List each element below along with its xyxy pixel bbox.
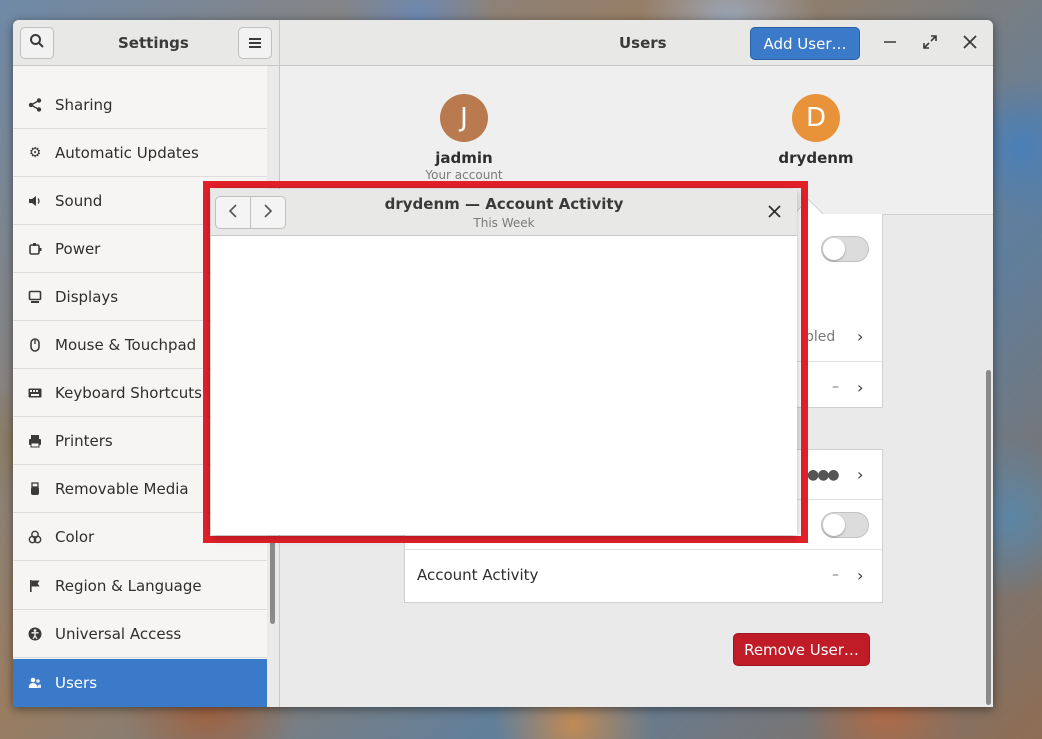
dialog-title: drydenm — Account Activity (384, 195, 624, 213)
minimize-button[interactable] (878, 31, 902, 55)
keyboard-icon (27, 385, 43, 401)
dialog-close-button[interactable] (763, 201, 785, 223)
sidebar-item-label: Users (55, 674, 98, 692)
sidebar-item-label: Region & Language (55, 576, 202, 595)
sidebar-item-label: Universal Access (55, 624, 182, 643)
mouse-icon (27, 337, 43, 353)
password-dots: ●●● (807, 466, 840, 483)
power-icon (27, 241, 43, 257)
speaker-icon (27, 193, 43, 209)
account-activity-dialog: drydenm — Account Activity This Week (211, 189, 797, 535)
chevron-right-icon: › (857, 327, 864, 346)
dialog-headerbar: drydenm — Account Activity This Week (211, 189, 797, 236)
sidebar-headerbar: Settings (13, 20, 280, 66)
sidebar-item-label: Displays (55, 287, 119, 306)
close-icon (767, 202, 781, 223)
minimize-icon (883, 33, 897, 54)
sidebar-item-region-language[interactable]: Region & Language (13, 562, 267, 610)
sidebar-scrollbar-thumb[interactable] (270, 539, 275, 624)
sidebar-item-label: Automatic Updates (55, 143, 199, 162)
avatar: J (440, 94, 488, 142)
display-icon (27, 289, 43, 305)
chevron-right-icon: › (857, 465, 864, 484)
menu-button[interactable] (238, 27, 272, 59)
auto-login-toggle[interactable] (821, 512, 869, 538)
chevron-right-icon: › (857, 377, 864, 397)
search-icon (29, 33, 45, 53)
sidebar-item-label: Printers (55, 431, 113, 450)
remove-user-button[interactable]: Remove User… (733, 633, 870, 666)
activity-list (211, 236, 797, 535)
close-button[interactable] (958, 31, 982, 55)
color-icon (27, 529, 43, 545)
user-subtitle: Your account (425, 168, 503, 182)
close-icon (963, 33, 977, 54)
panel-title: Users (619, 34, 667, 52)
account-activity-row[interactable]: Account Activity – › (405, 550, 882, 600)
row-value: bled (805, 328, 836, 345)
sidebar-title: Settings (118, 34, 189, 52)
sidebar-item-label: Sharing (55, 95, 113, 114)
accessibility-icon (27, 626, 43, 642)
sidebar-item-automatic-updates[interactable]: ⚙ Automatic Updates (13, 129, 267, 177)
users-icon (27, 675, 43, 691)
account-activity-label: Account Activity (417, 566, 539, 584)
account-activity-value: – (832, 567, 839, 583)
sidebar-item-universal-access[interactable]: Universal Access (13, 610, 267, 658)
sidebar-item-label: Keyboard Shortcuts (55, 383, 202, 402)
sidebar-item-label: Power (55, 239, 101, 258)
maximize-button[interactable] (918, 31, 942, 55)
sidebar-item-users[interactable]: Users (13, 659, 267, 707)
avatar: D (792, 94, 840, 142)
sidebar-item-label: Sound (55, 191, 103, 210)
search-button[interactable] (20, 27, 54, 59)
main-scrollbar-thumb[interactable] (986, 370, 991, 705)
chevron-right-icon: › (857, 565, 864, 585)
sidebar-item-label: Color (55, 527, 95, 546)
sidebar-item-label: Mouse & Touchpad (55, 335, 197, 354)
panel-headerbar: Users Add User… (280, 20, 993, 66)
add-user-button[interactable]: Add User… (750, 27, 860, 60)
maximize-icon (923, 33, 937, 54)
user-name: jadmin (435, 149, 493, 167)
share-icon (27, 97, 43, 113)
toggle-switch[interactable] (821, 236, 869, 262)
sidebar-item-label: Removable Media (55, 479, 189, 498)
gear-icon: ⚙ (28, 144, 42, 161)
sidebar-item-sharing[interactable]: Sharing (13, 81, 267, 129)
flag-icon (27, 578, 43, 594)
row-value: – (832, 379, 839, 395)
usb-icon (27, 481, 43, 497)
user-name: drydenm (778, 149, 854, 167)
hamburger-menu-icon (249, 34, 261, 53)
printer-icon (27, 433, 43, 449)
dialog-subtitle: This Week (473, 216, 535, 230)
